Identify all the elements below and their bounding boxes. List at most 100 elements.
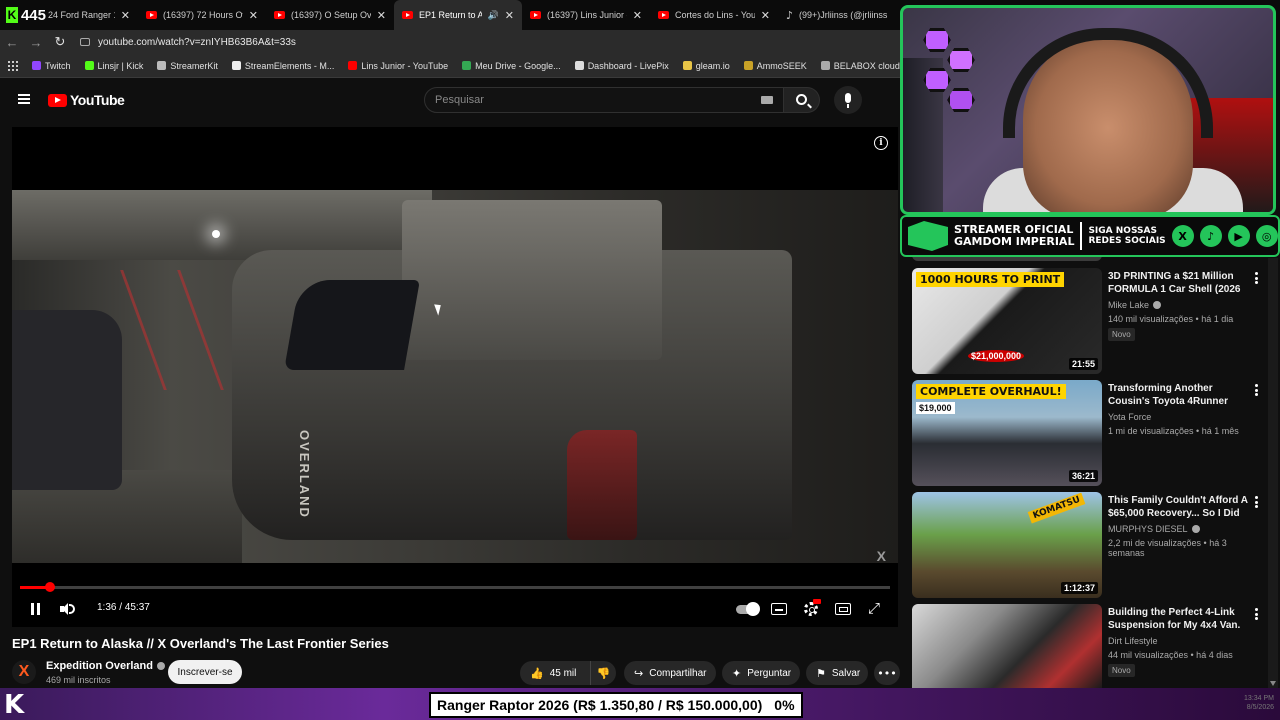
youtube-logo[interactable]: YouTube bbox=[48, 92, 125, 108]
video-thumbnail[interactable]: COMPLETE OVERHAUL! $19,000 36:21 bbox=[912, 380, 1102, 486]
recommendation-item[interactable]: KOMATSU 1:12:37 This Family Couldn't Aff… bbox=[912, 492, 1272, 600]
search-button[interactable] bbox=[784, 87, 820, 113]
bookmark-item[interactable]: BELABOX cloud bbox=[820, 61, 900, 71]
subtitles-icon[interactable] bbox=[770, 600, 788, 618]
bookmark-favicon-icon bbox=[462, 61, 472, 70]
search-input[interactable]: Pesquisar bbox=[424, 87, 784, 113]
banner-line-2b: REDES SOCIAIS bbox=[1088, 236, 1166, 246]
bookmark-item[interactable]: StreamElements - M... bbox=[231, 61, 334, 71]
keyboard-icon[interactable] bbox=[761, 96, 773, 104]
recommendation-title[interactable]: Building the Perfect 4-Link Suspension f… bbox=[1108, 606, 1248, 632]
more-vertical-icon[interactable] bbox=[1255, 608, 1258, 620]
bookmark-item[interactable]: Lins Junior - YouTube bbox=[348, 61, 448, 71]
close-icon[interactable]: ✕ bbox=[633, 9, 642, 22]
site-info-icon[interactable] bbox=[80, 38, 90, 46]
sidebar-scrollbar[interactable] bbox=[1268, 258, 1278, 688]
recommendation-item[interactable]: Building the Perfect 4-Link Suspension f… bbox=[912, 604, 1272, 688]
bookmark-icon: ⚑ bbox=[816, 666, 826, 680]
recommendation-channel[interactable]: MURPHYS DIESEL bbox=[1108, 524, 1188, 534]
video-player[interactable]: OVERLAND i X 1:36 / 45:37 bbox=[12, 127, 898, 627]
voice-search-button[interactable] bbox=[834, 86, 862, 114]
bookmark-favicon-icon bbox=[84, 61, 94, 70]
save-label: Salvar bbox=[831, 667, 861, 679]
channel-avatar[interactable]: X bbox=[12, 660, 36, 684]
browser-tab[interactable]: 24 Ford Ranger 1F ✕ bbox=[46, 0, 138, 30]
youtube-favicon-icon bbox=[274, 11, 285, 19]
kick-counter: K 445 bbox=[0, 0, 46, 30]
recommendation-channel[interactable]: Mike Lake bbox=[1108, 300, 1149, 310]
browser-tab[interactable]: (16397) Lins Junior - Y ✕ bbox=[522, 0, 650, 30]
like-count: 45 mil bbox=[549, 667, 577, 679]
bookmark-item[interactable]: Twitch bbox=[32, 61, 71, 71]
pause-icon[interactable] bbox=[27, 600, 45, 618]
browser-tab-active[interactable]: EP1 Return to Alas 🔊 ✕ bbox=[394, 0, 522, 30]
fullscreen-icon[interactable] bbox=[866, 599, 884, 618]
reload-icon[interactable]: ↻ bbox=[48, 34, 72, 50]
dislike-button[interactable]: 👎 bbox=[590, 661, 616, 685]
video-thumbnail[interactable]: 1000 HOURS TO PRINT $21,000,000 21:55 bbox=[912, 268, 1102, 374]
recommendation-channel[interactable]: Yota Force bbox=[1108, 412, 1151, 422]
more-vertical-icon[interactable] bbox=[1255, 272, 1258, 284]
recommendation-item[interactable]: COMPLETE OVERHAUL! $19,000 36:21 Transfo… bbox=[912, 380, 1272, 488]
close-icon[interactable]: ✕ bbox=[121, 9, 130, 22]
speaker-icon[interactable]: 🔊 bbox=[488, 10, 499, 21]
kick-logo-icon: K bbox=[4, 690, 25, 720]
browser-tab[interactable]: (16397) O Setup Overl ✕ bbox=[266, 0, 394, 30]
browser-tab[interactable]: (16397) 72 Hours Ove ✕ bbox=[138, 0, 266, 30]
recommendation-item[interactable]: 1000 HOURS TO PRINT $21,000,000 21:55 3D… bbox=[912, 268, 1272, 376]
recommendation-title[interactable]: This Family Couldn't Afford A $65,000 Re… bbox=[1108, 494, 1248, 520]
forward-icon[interactable]: → bbox=[24, 35, 48, 50]
recommendation-channel[interactable]: Dirt Lifestyle bbox=[1108, 636, 1158, 646]
channel-watermark[interactable]: X bbox=[877, 548, 886, 564]
thumbnail-text: 1000 HOURS TO PRINT bbox=[916, 272, 1065, 287]
settings-gear-icon[interactable] bbox=[802, 599, 821, 618]
close-icon[interactable]: ✕ bbox=[377, 9, 386, 22]
tab-title: (16397) Lins Junior - Y bbox=[547, 10, 627, 20]
bookmark-item[interactable]: gleam.io bbox=[682, 61, 730, 71]
url-field[interactable]: youtube.com/watch?v=znIYHB63B6A&t=33s bbox=[80, 31, 900, 53]
stream-goal: Ranger Raptor 2026 (R$ 1.350,80 / R$ 150… bbox=[429, 692, 803, 718]
subscribe-button[interactable]: Inscrever-se bbox=[168, 660, 242, 684]
browser-tab[interactable]: Cortes do Lins - YouTu ✕ bbox=[650, 0, 778, 30]
hamburger-menu-icon[interactable] bbox=[18, 94, 30, 104]
browser-tab[interactable]: ♪ (99+)Jrliinss (@jrliinss bbox=[778, 0, 906, 30]
goal-percent: 0% bbox=[774, 697, 795, 713]
volume-icon[interactable] bbox=[58, 600, 76, 618]
like-button[interactable]: 👍 45 mil bbox=[520, 661, 590, 685]
clock-time: 13:34 PM bbox=[1244, 695, 1274, 702]
close-icon[interactable]: ✕ bbox=[761, 9, 770, 22]
share-button[interactable]: ↪ Compartilhar bbox=[624, 661, 716, 685]
search-placeholder: Pesquisar bbox=[435, 94, 484, 106]
video-thumbnail[interactable] bbox=[912, 604, 1102, 688]
bookmark-item[interactable]: Linsjr | Kick bbox=[84, 61, 143, 71]
bookmarks-bar: Twitch Linsjr | Kick StreamerKit StreamElem… bbox=[0, 54, 995, 78]
scrubber-handle[interactable] bbox=[45, 582, 56, 592]
scroll-down-icon[interactable] bbox=[1270, 681, 1276, 686]
save-button[interactable]: ⚑ Salvar bbox=[806, 661, 868, 685]
close-icon[interactable]: ✕ bbox=[249, 9, 258, 22]
more-vertical-icon[interactable] bbox=[1255, 496, 1258, 508]
youtube-favicon-icon bbox=[402, 11, 413, 19]
more-actions-button[interactable]: ••• bbox=[874, 661, 900, 685]
progress-bar[interactable] bbox=[20, 582, 890, 592]
ask-button[interactable]: ✦ Perguntar bbox=[722, 661, 800, 685]
more-vertical-icon[interactable] bbox=[1255, 384, 1258, 396]
bookmark-item[interactable]: AmmoSEEK bbox=[743, 61, 807, 71]
back-icon[interactable]: ← bbox=[0, 35, 24, 50]
recommendation-title[interactable]: Transforming Another Cousin's Toyota 4Ru… bbox=[1108, 382, 1248, 408]
channel-name-text: Expedition Overland bbox=[46, 660, 153, 672]
video-thumbnail[interactable]: KOMATSU 1:12:37 bbox=[912, 492, 1102, 598]
bookmark-item[interactable]: Dashboard - LivePix bbox=[574, 61, 669, 71]
channel-name[interactable]: Expedition Overland bbox=[46, 660, 165, 672]
apps-grid-icon[interactable] bbox=[8, 60, 18, 71]
recommendation-title[interactable]: 3D PRINTING a $21 Million FORMULA 1 Car … bbox=[1108, 270, 1248, 296]
bookmark-favicon-icon bbox=[32, 61, 41, 70]
close-icon[interactable]: ✕ bbox=[505, 9, 514, 22]
verified-icon bbox=[1191, 525, 1200, 533]
bookmark-item[interactable]: StreamerKit bbox=[157, 61, 218, 71]
theater-mode-icon[interactable] bbox=[834, 600, 852, 618]
autoplay-toggle[interactable] bbox=[736, 600, 760, 618]
info-icon[interactable]: i bbox=[874, 136, 888, 150]
bookmark-item[interactable]: Meu Drive - Google... bbox=[462, 61, 561, 71]
sponsor-banner: STREAMER OFICIAL GAMDOM IMPERIAL SIGA NO… bbox=[900, 215, 1280, 257]
